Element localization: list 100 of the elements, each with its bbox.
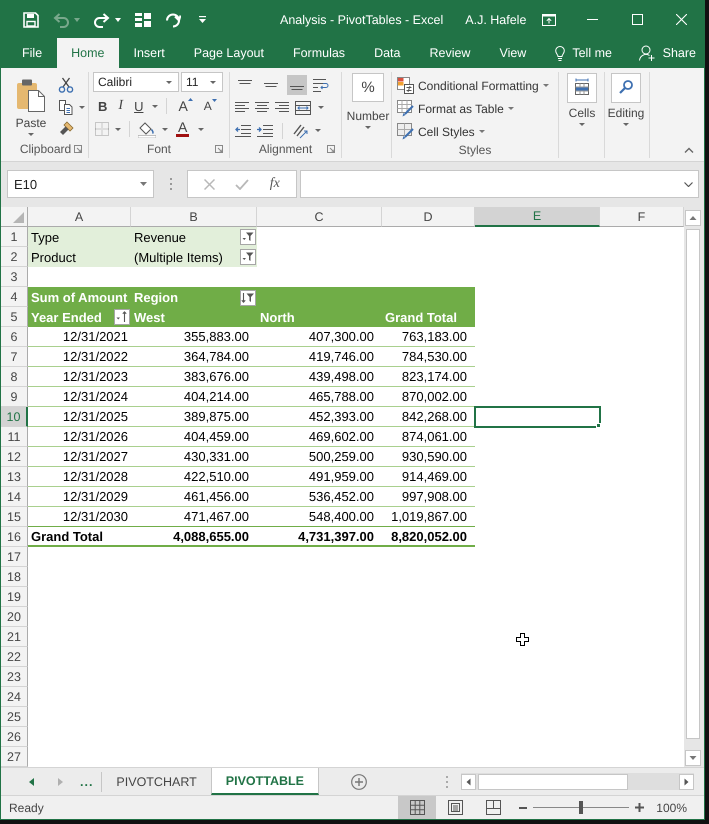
format-as-table-button[interactable]: Format as Table	[397, 99, 558, 118]
ribbon-tab[interactable]: View	[485, 38, 540, 68]
user-name[interactable]: A.J. Hafele	[465, 12, 526, 26]
row-header[interactable]: 5	[1, 307, 28, 327]
cell-styles-button[interactable]: Cell Styles	[397, 122, 558, 141]
row-header[interactable]: 20	[1, 607, 28, 627]
caret-icon[interactable]	[115, 18, 121, 22]
caret-icon[interactable]	[162, 128, 168, 130]
ribbon-tab[interactable]: Review	[415, 38, 484, 68]
shrink-font-button[interactable]: A	[200, 99, 220, 113]
sort-icon[interactable]	[114, 309, 130, 325]
bold-button[interactable]: B	[95, 98, 110, 114]
row-header[interactable]: 25	[1, 707, 28, 727]
column-header[interactable]: B	[131, 207, 257, 227]
column-header[interactable]: A	[28, 207, 131, 227]
orientation-icon[interactable]	[292, 122, 308, 138]
ribbon-tab[interactable]: Home	[57, 38, 118, 68]
row-header[interactable]: 7	[1, 347, 28, 367]
vertical-scrollbar[interactable]	[684, 207, 701, 767]
ribbon-tab[interactable]: Page Layout	[180, 38, 278, 68]
row-header[interactable]: 3	[1, 267, 28, 287]
row-header[interactable]: 13	[1, 467, 28, 487]
scroll-left-icon[interactable]	[29, 778, 34, 786]
align-left-icon[interactable]	[235, 102, 249, 113]
row-header[interactable]: 8	[1, 367, 28, 387]
row-header[interactable]: 10	[1, 407, 28, 427]
dialog-launcher-icon[interactable]	[74, 145, 82, 153]
zoom-slider-thumb[interactable]	[579, 801, 584, 814]
scroll-down-icon[interactable]	[684, 750, 700, 766]
row-header[interactable]: 2	[1, 247, 28, 267]
font-color-button[interactable]: A	[173, 121, 192, 137]
caret-icon[interactable]	[684, 182, 693, 186]
add-sheet-icon[interactable]	[351, 774, 368, 790]
drag-handle-icon[interactable]	[170, 178, 172, 190]
conditional-formatting-button[interactable]: Conditional Formatting	[397, 76, 558, 95]
vertical-scrollbar-thumb[interactable]	[686, 229, 700, 739]
customize-icon[interactable]	[199, 16, 206, 23]
column-header[interactable]: C	[257, 207, 382, 227]
row-header[interactable]: 14	[1, 487, 28, 507]
formula-input-field[interactable]	[300, 170, 699, 198]
ribbon-tab[interactable]: Insert	[120, 38, 179, 68]
row-header[interactable]: 9	[1, 387, 28, 407]
row-header[interactable]: 16	[1, 527, 28, 547]
row-header[interactable]: 1	[1, 227, 28, 247]
horizontal-scrollbar[interactable]	[461, 773, 694, 790]
close-icon[interactable]	[676, 14, 688, 25]
ribbon-tab[interactable]: File	[8, 38, 56, 68]
ribbon-tab[interactable]: Formulas	[278, 38, 360, 68]
row-header[interactable]: 4	[1, 287, 28, 307]
row-header[interactable]: 18	[1, 567, 28, 587]
row-header[interactable]: 23	[1, 667, 28, 687]
maximize-icon[interactable]	[632, 14, 643, 25]
row-header[interactable]: 27	[1, 747, 28, 767]
row-header[interactable]: 21	[1, 627, 28, 647]
font-size-dropdown[interactable]: 11	[181, 72, 223, 92]
underline-button[interactable]: U	[131, 98, 146, 114]
wrap-text-icon[interactable]	[313, 78, 329, 92]
row-header[interactable]: 15	[1, 507, 28, 527]
sheet-tab[interactable]: PIVOTTABLE	[210, 768, 320, 795]
caret-icon[interactable]	[318, 106, 324, 109]
align-right-icon[interactable]	[275, 102, 289, 113]
zoom-in-icon[interactable]	[635, 803, 644, 812]
column-header[interactable]: D	[382, 207, 475, 227]
font-name-dropdown[interactable]: Calibri	[93, 72, 179, 92]
tell-me-search[interactable]: Tell me	[555, 38, 612, 68]
ribbon-display-options-icon[interactable]	[542, 14, 556, 26]
scroll-up-icon[interactable]	[684, 210, 700, 226]
filter-dropdown-icon[interactable]	[240, 229, 256, 245]
more-sheets-button[interactable]: ...	[80, 774, 94, 788]
name-box[interactable]: E10	[7, 170, 154, 198]
row-header[interactable]: 26	[1, 727, 28, 747]
horizontal-scrollbar-thumb[interactable]	[478, 774, 628, 790]
grid-icon[interactable]	[135, 12, 151, 28]
merge-cells-icon[interactable]	[295, 100, 311, 114]
grow-font-button[interactable]: A	[175, 98, 196, 114]
paste-button[interactable]: Paste	[12, 78, 50, 136]
redo-icon[interactable]	[94, 12, 110, 28]
align-bottom-icon[interactable]	[287, 74, 307, 94]
row-header[interactable]: 22	[1, 647, 28, 667]
normal-view-button[interactable]	[398, 796, 436, 819]
caret-icon[interactable]	[152, 104, 158, 108]
paint-bucket-icon[interactable]	[138, 120, 156, 138]
column-header[interactable]: E	[475, 207, 600, 227]
sheet-tab[interactable]: PIVOTCHART	[102, 768, 211, 795]
caret-icon[interactable]	[79, 106, 85, 108]
column-header[interactable]: F	[600, 207, 684, 227]
decrease-indent-icon[interactable]	[235, 124, 251, 136]
row-header[interactable]: 11	[1, 427, 28, 447]
collapse-ribbon-icon[interactable]	[684, 147, 694, 153]
save-icon[interactable]	[23, 12, 39, 28]
scroll-right-icon[interactable]	[679, 774, 694, 790]
scroll-left-icon[interactable]	[461, 774, 476, 790]
split-handle-icon[interactable]	[446, 776, 448, 788]
share-button[interactable]: Share	[638, 38, 704, 68]
scissors-icon[interactable]	[58, 77, 74, 93]
caret-icon[interactable]	[115, 128, 121, 130]
row-header[interactable]: 12	[1, 447, 28, 467]
cells-button[interactable]: Cells	[563, 73, 601, 126]
number-format-button[interactable]: % Number	[349, 73, 387, 129]
filter-dropdown-icon[interactable]	[240, 249, 256, 265]
